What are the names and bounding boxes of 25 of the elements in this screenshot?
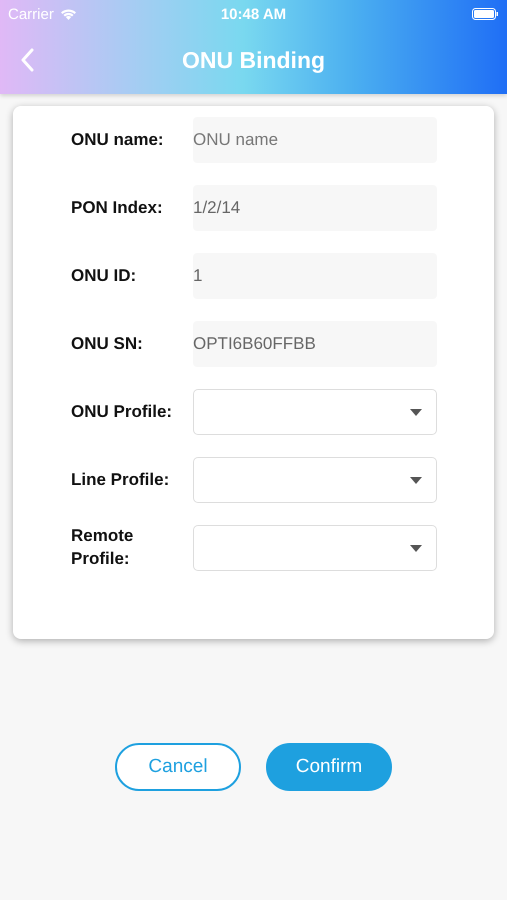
confirm-button[interactable]: Confirm	[266, 743, 392, 791]
status-time: 10:48 AM	[220, 6, 286, 22]
input-field[interactable]: OPTI6B60FFBB	[193, 321, 437, 367]
dropdown-field[interactable]	[193, 525, 437, 571]
field-label: Remote Profile:	[71, 525, 134, 570]
carrier-label: Carrier	[8, 6, 54, 22]
field-label: Line Profile:	[71, 468, 170, 491]
field-label: ONU ID:	[71, 264, 138, 287]
cancel-button[interactable]: Cancel	[115, 743, 241, 791]
field-label: ONU name:	[71, 128, 165, 151]
caret-icon	[410, 476, 422, 484]
input-field[interactable]: ONU name	[193, 117, 437, 163]
screen-title: ONU Binding	[182, 46, 326, 74]
dropdown-field[interactable]	[193, 457, 437, 503]
wifi-icon	[60, 8, 77, 20]
field-label: PON Index:	[71, 196, 164, 219]
input-field[interactable]: 1/2/14	[193, 185, 437, 231]
field-label: ONU Profile:	[71, 400, 174, 423]
dropdown-field[interactable]	[193, 389, 437, 435]
field-label: ONU SN:	[71, 332, 144, 355]
battery-icon	[472, 8, 499, 20]
caret-icon	[410, 544, 422, 552]
input-field[interactable]: 1	[193, 253, 437, 299]
caret-icon	[410, 408, 422, 416]
back-icon[interactable]	[20, 48, 34, 72]
